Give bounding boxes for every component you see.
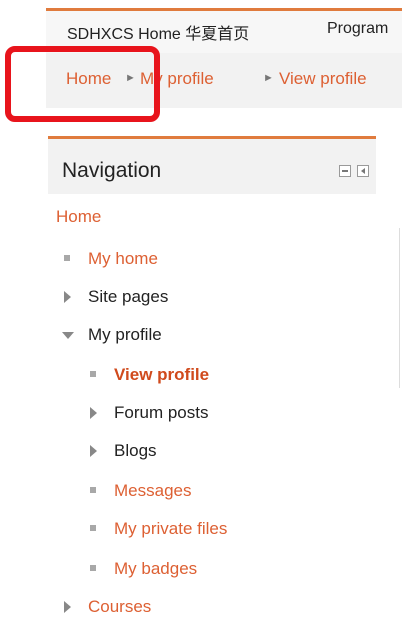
bullet-icon [90,565,96,571]
bullet-icon [90,525,96,531]
bullet-icon [90,487,96,493]
nav-item-label: My profile [88,325,162,344]
menu-item-home[interactable]: SDHXCS Home 华夏首页 [67,20,249,44]
nav-item-label: Messages [114,481,192,500]
navigation-block-header: Navigation [48,136,376,194]
nav-item-label: Forum posts [114,403,209,422]
collapse-arrow-icon [62,332,74,339]
breadcrumb-my-profile-link[interactable]: My profile [140,69,214,89]
custom-menu-bar: SDHXCS Home 华夏首页 Program [46,8,402,53]
nav-item-label: View profile [114,365,210,384]
navigation-title: Navigation [62,159,162,182]
content-divider [399,228,400,388]
breadcrumb: Home ► My profile ► View profile [46,53,402,108]
minimize-block-icon[interactable] [339,165,351,177]
nav-item-label: Blogs [114,441,157,460]
expand-arrow-icon [64,601,71,613]
expand-arrow-icon [90,407,97,419]
nav-item-label: Site pages [88,287,169,306]
nav-tree-home-link[interactable]: Home [56,207,101,227]
breadcrumb-view-profile-link[interactable]: View profile [279,69,367,89]
menu-item-program[interactable]: Program [327,20,388,38]
breadcrumb-separator-icon: ► [263,72,274,84]
bullet-icon [90,371,96,377]
nav-item-label: Courses [88,597,152,616]
bullet-icon [64,255,70,261]
breadcrumb-home-link[interactable]: Home [66,69,111,89]
dock-block-icon[interactable] [357,165,369,177]
expand-arrow-icon [90,445,97,457]
breadcrumb-separator-icon: ► [125,72,136,84]
expand-arrow-icon [64,291,71,303]
nav-item-label: My badges [114,559,198,578]
nav-item-label: My private files [114,519,228,538]
nav-item-label: My home [88,249,158,268]
